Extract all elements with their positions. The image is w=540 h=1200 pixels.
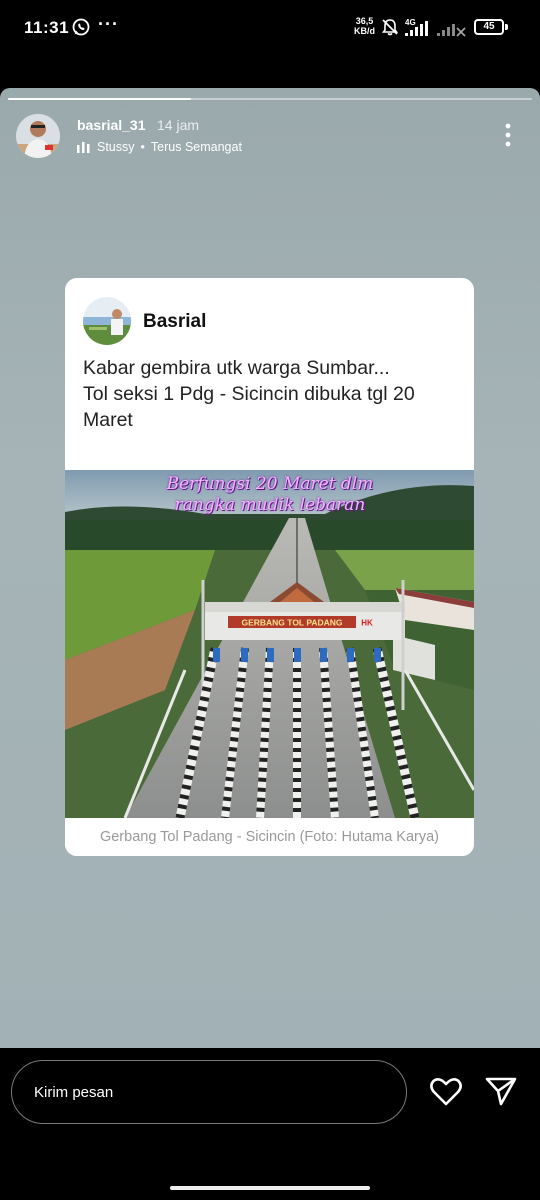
status-time: 11:31 xyxy=(24,18,70,37)
photo-overlay-line: Berfungsi 20 Maret dlm xyxy=(166,474,374,494)
gate-logo-text: HK xyxy=(361,619,373,628)
music-bars-icon xyxy=(77,141,90,153)
post-text-line: Tol seksi 1 Pdg - Sicincin dibuka tgl 20 xyxy=(83,383,415,405)
heart-icon[interactable] xyxy=(429,1075,463,1107)
story-reply-bar: Kirim pesan xyxy=(0,1048,540,1200)
post-photo: GERBANG TOL PADANG HK Berfungsi 20 Maret… xyxy=(65,470,474,818)
post-author-avatar xyxy=(83,297,131,345)
message-placeholder: Kirim pesan xyxy=(34,1084,114,1101)
story-viewer[interactable]: basrial_31 14 jam Stussy • Terus Semanga… xyxy=(0,88,540,1048)
photo-overlay-line: rangka mudik lebaran xyxy=(174,495,366,515)
story-username[interactable]: basrial_31 xyxy=(77,117,146,133)
story-progress-bar xyxy=(8,98,532,100)
signal-icon xyxy=(405,21,466,37)
photo-overlay-text: Berfungsi 20 Maret dlm rangka mudik leba… xyxy=(135,474,405,516)
shared-post-card[interactable]: Basrial Kabar gembira utk warga Sumbar..… xyxy=(65,278,474,856)
story-time-ago: 14 jam xyxy=(157,117,200,133)
story-progress-fill xyxy=(8,98,192,100)
battery-tip xyxy=(505,24,508,30)
music-title: Terus Semangat xyxy=(150,140,242,154)
post-text-line: Kabar gembira utk warga Sumbar... xyxy=(83,357,390,379)
story-music[interactable]: Stussy • Terus Semangat xyxy=(77,140,242,154)
status-bar: 11:31 ··· 36,5 KB/d 4G 45 xyxy=(0,0,540,56)
post-author-name: Basrial xyxy=(143,311,207,332)
bell-off-icon xyxy=(381,19,399,36)
whatsapp-icon xyxy=(72,18,90,36)
home-indicator[interactable] xyxy=(170,1186,370,1190)
send-icon[interactable] xyxy=(484,1075,518,1107)
post-text-line: Maret xyxy=(83,409,133,431)
battery-indicator: 45 xyxy=(474,19,504,35)
post-text: Kabar gembira utk warga Sumbar... Tol se… xyxy=(83,355,463,433)
author-photo xyxy=(83,297,131,345)
music-separator: • xyxy=(140,140,145,154)
toll-gate-photo: GERBANG TOL PADANG HK xyxy=(65,470,474,818)
gate-sign-text: GERBANG TOL PADANG xyxy=(241,618,342,628)
photo-caption: Gerbang Tol Padang - Sicincin (Foto: Hut… xyxy=(65,818,474,856)
message-input[interactable]: Kirim pesan xyxy=(11,1060,407,1124)
speed-unit: KB/d xyxy=(354,26,375,36)
speed-value: 36,5 xyxy=(355,16,374,26)
network-speed: 36,5 KB/d xyxy=(354,16,375,36)
profile-photo xyxy=(16,114,60,158)
more-vertical-icon[interactable] xyxy=(498,122,518,148)
music-artist: Stussy xyxy=(97,140,135,154)
status-more-dots: ··· xyxy=(98,14,119,34)
avatar[interactable] xyxy=(16,114,60,158)
